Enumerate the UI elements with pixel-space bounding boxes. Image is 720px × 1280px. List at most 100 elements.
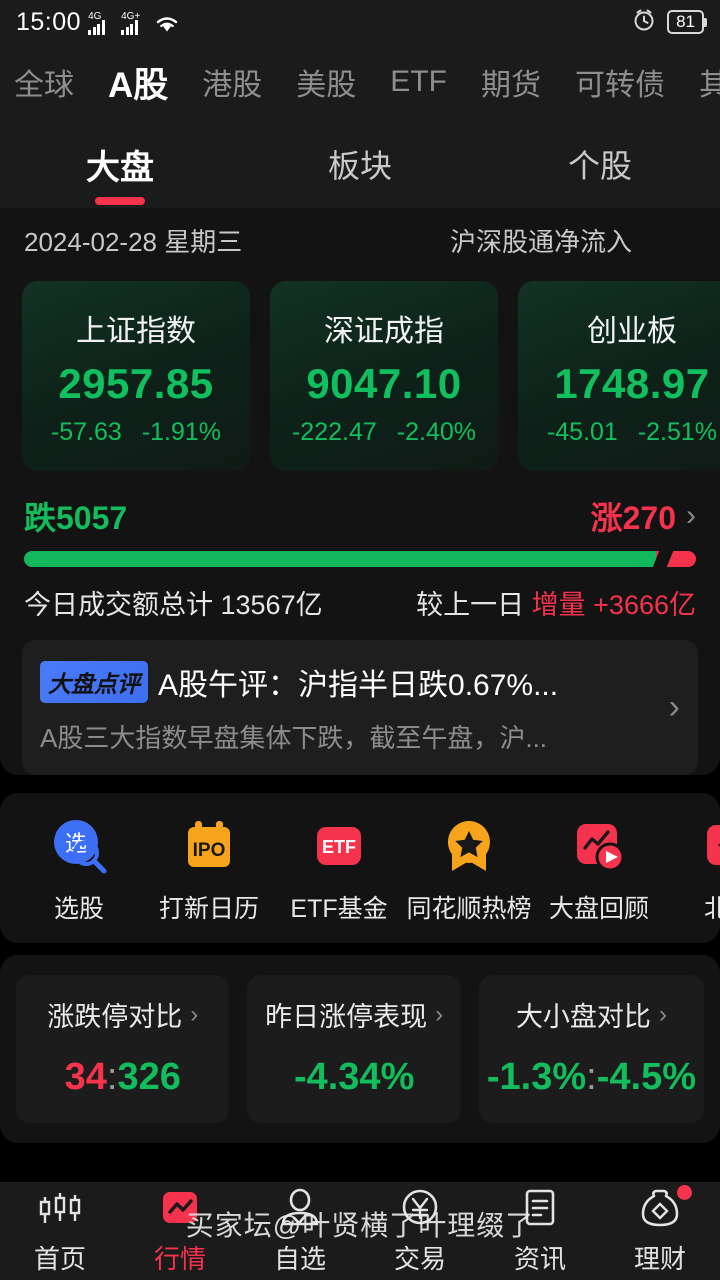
status-bar-right: 81 [631, 7, 707, 38]
index-card-shanghai[interactable]: 上证指数 2957.85 -57.63 -1.91% [22, 281, 250, 471]
status-bar: 15:00 4G 4G+ 81 [0, 0, 720, 44]
stat-value-left: -1.3% [486, 1056, 587, 1098]
stat-value-right: 326 [117, 1056, 181, 1098]
nav-item-watchlist[interactable]: 自选 [240, 1187, 360, 1276]
market-tab-us[interactable]: 美股 [296, 60, 356, 104]
chevron-right-icon[interactable]: › [669, 688, 680, 727]
market-commentary-card[interactable]: 大盘点评 A股午评：沪指半日跌0.67%... A股三大指数早盘集体下跌，截至午… [22, 640, 698, 775]
stat-cards-panel: 涨跌停对比 › 34:326 昨日涨停表现 › -4.34% 大小盘对比 › -… [0, 955, 720, 1143]
signal-1-icon: 4G [88, 11, 114, 35]
index-percent: -1.91% [141, 417, 222, 446]
svg-text:ETF: ETF [322, 837, 356, 857]
market-tab-hk[interactable]: 港股 [202, 60, 262, 104]
nav-item-news[interactable]: 资讯 [480, 1187, 600, 1276]
bottom-navigation[interactable]: 首页 行情 自选 交易 资讯 理财 [0, 1182, 720, 1280]
advance-decline-row[interactable]: 跌5057 涨270 › [0, 479, 720, 545]
decline-count: 跌5057 [24, 500, 128, 536]
sub-tab-market-index-label: 大盘 [86, 148, 154, 187]
quick-action-ipo-calendar[interactable]: IPO 打新日历 [144, 815, 274, 925]
hot-list-star-icon [438, 815, 500, 877]
turnover-change-prefix: 较上一日 [416, 590, 532, 620]
index-name: 深证成指 [324, 314, 444, 348]
index-name: 创业板 [587, 314, 677, 348]
nav-item-wealth[interactable]: 理财 [600, 1184, 720, 1276]
svg-text:IPO: IPO [193, 840, 226, 861]
market-tab-a-shares[interactable]: A股 [108, 57, 168, 108]
stat-value-left: 34 [64, 1056, 107, 1098]
beijing-exchange-icon [698, 815, 720, 877]
index-name: 上证指数 [76, 314, 196, 348]
nav-item-market[interactable]: 行情 [120, 1187, 240, 1276]
active-tab-underline [95, 196, 145, 205]
current-date: 2024-02-28 星期三 [24, 227, 243, 257]
chevron-right-icon[interactable]: › [686, 501, 696, 531]
turnover-change: 较上一日 增量 +3666亿 [416, 583, 696, 622]
advance-count: 涨270 [590, 500, 676, 536]
stat-title: 大小盘对比 [515, 1002, 651, 1032]
sub-tab-market-index[interactable]: 大盘 [0, 140, 240, 205]
stat-title: 昨日涨停表现 [265, 1002, 428, 1032]
date-row: 2024-02-28 星期三 沪深股通净流入 [0, 208, 720, 265]
quick-action-etf-fund[interactable]: ETF ETF基金 [274, 815, 404, 925]
index-value: 9047.10 [306, 359, 462, 407]
ipo-calendar-icon: IPO [178, 815, 240, 877]
chevron-right-icon[interactable]: › [659, 1001, 667, 1029]
stat-value-separator: : [106, 1056, 118, 1098]
stat-card-yesterday-limit-up[interactable]: 昨日涨停表现 › -4.34% [247, 975, 461, 1123]
quick-action-beijing-exchange[interactable]: 北交 [664, 815, 720, 925]
chevron-right-icon[interactable]: › [190, 1001, 198, 1029]
stat-cards-row: 涨跌停对比 › 34:326 昨日涨停表现 › -4.34% 大小盘对比 › -… [16, 975, 704, 1123]
quick-action-market-replay[interactable]: 大盘回顾 [534, 815, 664, 925]
quick-action-label: 打新日历 [158, 895, 259, 923]
index-value: 1748.97 [554, 359, 710, 407]
stat-card-limit-comparison[interactable]: 涨跌停对比 › 34:326 [16, 975, 230, 1123]
market-tab-futures[interactable]: 期货 [481, 60, 541, 104]
news-title: A股午评：沪指半日跌0.67%... [158, 669, 559, 702]
nav-item-trade[interactable]: 交易 [360, 1187, 480, 1276]
index-value: 2957.85 [58, 359, 214, 407]
yuan-circle-icon [394, 1187, 446, 1233]
quick-action-label: ETF基金 [290, 895, 388, 923]
sub-tabs[interactable]: 大盘 板块 个股 [0, 120, 720, 208]
decline-bar-segment [24, 551, 656, 567]
market-tab-convertible-bonds[interactable]: 可转债 [575, 60, 665, 104]
total-turnover: 今日成交额总计 13567亿 [24, 590, 323, 620]
quick-action-stock-picker[interactable]: 选 选股 [14, 815, 144, 925]
index-change: -222.47 [291, 417, 377, 446]
volume-row: 今日成交额总计 13567亿 较上一日 增量 +3666亿 [0, 567, 720, 640]
market-tab-global[interactable]: 全球 [14, 60, 74, 104]
market-tab-other[interactable]: 其他 [699, 60, 720, 104]
sub-tab-sectors[interactable]: 板块 [240, 141, 480, 187]
nav-label: 自选 [273, 1243, 326, 1274]
stat-value-right: -4.5% [596, 1056, 696, 1098]
nav-item-home[interactable]: 首页 [0, 1187, 120, 1276]
quick-action-label: 选股 [53, 895, 104, 923]
market-tab-etf[interactable]: ETF [390, 65, 447, 99]
quick-actions-panel: 选 选股 IPO 打新日历 ETF ETF基金 同花顺热榜 大盘回顾 北 [0, 793, 720, 943]
advance-decline-bar [24, 551, 696, 567]
stat-value-left: -4.34% [293, 1056, 415, 1098]
market-overview-panel: 2024-02-28 星期三 沪深股通净流入 上证指数 2957.85 -57.… [0, 208, 720, 775]
index-card-chinext[interactable]: 创业板 1748.97 -45.01 -2.51% [518, 281, 720, 471]
quick-actions-row[interactable]: 选 选股 IPO 打新日历 ETF ETF基金 同花顺热榜 大盘回顾 北 [0, 815, 720, 925]
index-percent: -2.51% [637, 417, 718, 446]
main-scroll-area[interactable]: 2024-02-28 星期三 沪深股通净流入 上证指数 2957.85 -57.… [0, 208, 720, 1182]
watchlist-person-icon [274, 1187, 326, 1233]
stat-value: 34:326 [65, 1056, 181, 1099]
sub-tab-stocks[interactable]: 个股 [480, 141, 720, 187]
stat-card-large-small-cap[interactable]: 大小盘对比 › -1.3%:-4.5% [478, 975, 704, 1123]
market-chart-icon [154, 1187, 206, 1233]
stat-value-separator: : [586, 1056, 597, 1098]
index-percent: -2.40% [396, 417, 476, 446]
chevron-right-icon[interactable]: › [435, 1001, 443, 1029]
stat-value: -1.3%:-4.5% [487, 1056, 696, 1099]
news-badge: 大盘点评 [40, 661, 148, 703]
candlestick-icon [34, 1187, 86, 1233]
quick-action-label: 同花顺热榜 [406, 895, 532, 923]
stat-value: -4.34% [294, 1056, 414, 1099]
index-card-shenzhen[interactable]: 深证成指 9047.10 -222.47 -2.40% [270, 281, 498, 471]
quick-action-hot-list[interactable]: 同花顺热榜 [404, 815, 534, 925]
northbound-flow-label: 沪深股通净流入 [449, 227, 632, 257]
market-tabs[interactable]: 全球 A股 港股 美股 ETF 期货 可转债 其他 [0, 44, 720, 120]
stat-title: 涨跌停对比 [47, 1002, 183, 1032]
